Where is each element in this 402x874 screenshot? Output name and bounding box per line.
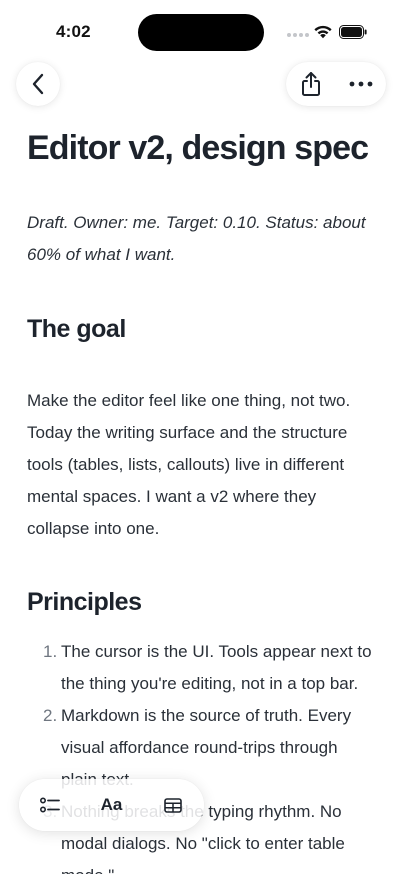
checklist-icon bbox=[39, 797, 60, 813]
back-button[interactable] bbox=[16, 62, 60, 106]
status-time: 4:02 bbox=[56, 22, 91, 41]
share-button[interactable] bbox=[286, 62, 336, 106]
ellipsis-icon bbox=[349, 81, 373, 87]
doc-title[interactable]: Editor v2, design spec bbox=[27, 126, 387, 170]
status-bar: 4:02 bbox=[0, 0, 402, 62]
list-number: 2. bbox=[43, 706, 58, 725]
dynamic-island bbox=[138, 14, 264, 51]
more-button[interactable] bbox=[336, 62, 386, 106]
wifi-icon bbox=[314, 25, 332, 39]
nav-actions bbox=[286, 62, 386, 106]
list-item-text[interactable]: The cursor is the UI. Tools appear next … bbox=[61, 642, 372, 693]
heading-principles[interactable]: Principles bbox=[27, 586, 142, 618]
doc-meta[interactable]: Draft. Owner: me. Target: 0.10. Status: … bbox=[27, 207, 377, 271]
text-style-label: Aa bbox=[100, 795, 123, 814]
checklist-button[interactable] bbox=[19, 779, 81, 831]
battery-icon bbox=[339, 25, 367, 39]
chevron-left-icon bbox=[32, 73, 44, 95]
signal-icon bbox=[287, 33, 309, 37]
table-icon bbox=[164, 797, 182, 813]
list-item-text[interactable]: Markdown is the source of truth. Every v… bbox=[61, 706, 351, 789]
share-icon bbox=[302, 72, 320, 96]
paragraph-goal[interactable]: Make the editor feel like one thing, not… bbox=[27, 385, 377, 545]
heading-goal[interactable]: The goal bbox=[27, 313, 126, 345]
format-toolbar: Aa bbox=[19, 779, 204, 831]
table-button[interactable] bbox=[142, 779, 204, 831]
list-number: 1. bbox=[43, 642, 58, 661]
principles-list: 1. The cursor is the UI. Tools appear nex… bbox=[27, 636, 377, 874]
list-item[interactable]: 1. The cursor is the UI. Tools appear nex… bbox=[27, 636, 377, 700]
text-style-button[interactable]: Aa bbox=[81, 779, 143, 831]
